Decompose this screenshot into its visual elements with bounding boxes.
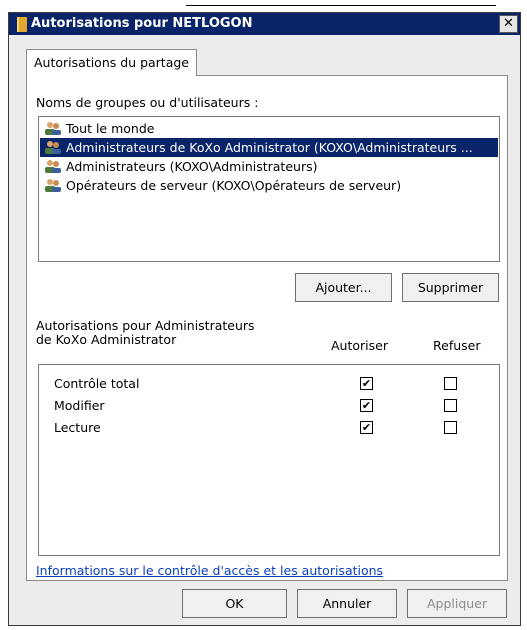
- allow-checkbox[interactable]: ✔: [360, 377, 373, 390]
- cancel-button[interactable]: Annuler: [297, 589, 397, 618]
- list-item-label: Opérateurs de serveur (KOXO\Opérateurs d…: [66, 178, 402, 193]
- users-group-icon: [45, 141, 61, 154]
- permissions-title: Autorisations pour Administrateurs de Ko…: [36, 318, 255, 347]
- deny-column-header: Refuser: [433, 338, 481, 353]
- permissions-list: Contrôle total ✔ Modifier ✔ Lecture ✔: [38, 364, 500, 556]
- list-item-label: Administrateurs de KoXo Administrator (K…: [66, 140, 473, 155]
- permission-label: Contrôle total: [54, 376, 140, 391]
- permission-label: Modifier: [54, 398, 105, 413]
- window-title: Autorisations pour NETLOGON: [31, 16, 253, 31]
- apply-button: Appliquer: [407, 589, 507, 618]
- users-group-icon: [45, 122, 61, 135]
- add-button[interactable]: Ajouter...: [295, 273, 392, 302]
- groups-label: Noms de groupes ou d'utilisateurs :: [36, 95, 259, 110]
- permission-row-read: Lecture ✔: [39, 418, 499, 440]
- access-control-help-link[interactable]: Informations sur le contrôle d'accès et …: [36, 563, 383, 578]
- ok-button[interactable]: OK: [182, 589, 287, 618]
- deny-checkbox[interactable]: [444, 377, 457, 390]
- permission-row-full-control: Contrôle total ✔: [39, 374, 499, 396]
- top-divider-line: [186, 5, 496, 6]
- allow-column-header: Autoriser: [331, 338, 388, 353]
- users-group-icon: [45, 160, 61, 173]
- list-item-label: Administrateurs (KOXO\Administrateurs): [66, 159, 318, 174]
- allow-checkbox[interactable]: ✔: [360, 421, 373, 434]
- list-item-koxo-admins[interactable]: Administrateurs de KoXo Administrator (K…: [40, 138, 498, 157]
- deny-checkbox[interactable]: [444, 399, 457, 412]
- tab-panel: Noms de groupes ou d'utilisateurs : Tout…: [26, 75, 508, 581]
- allow-checkbox[interactable]: ✔: [360, 399, 373, 412]
- permission-label: Lecture: [54, 420, 101, 435]
- tab-share-permissions[interactable]: Autorisations du partage: [26, 49, 197, 76]
- list-item-administrators[interactable]: Administrateurs (KOXO\Administrateurs): [40, 157, 498, 176]
- folder-icon: [17, 17, 27, 32]
- permission-row-modify: Modifier ✔: [39, 396, 499, 418]
- permissions-dialog: Autorisations pour NETLOGON ✕ Autorisati…: [8, 12, 521, 626]
- title-bar[interactable]: Autorisations pour NETLOGON ✕: [9, 13, 520, 35]
- deny-checkbox[interactable]: [444, 421, 457, 434]
- close-button[interactable]: ✕: [499, 15, 518, 33]
- list-item-server-operators[interactable]: Opérateurs de serveur (KOXO\Opérateurs d…: [40, 176, 498, 195]
- groups-listbox[interactable]: Tout le monde Administrateurs de KoXo Ad…: [38, 116, 500, 262]
- list-item-label: Tout le monde: [66, 121, 155, 136]
- list-item-everyone[interactable]: Tout le monde: [40, 119, 498, 138]
- remove-button[interactable]: Supprimer: [402, 273, 499, 302]
- users-group-icon: [45, 179, 61, 192]
